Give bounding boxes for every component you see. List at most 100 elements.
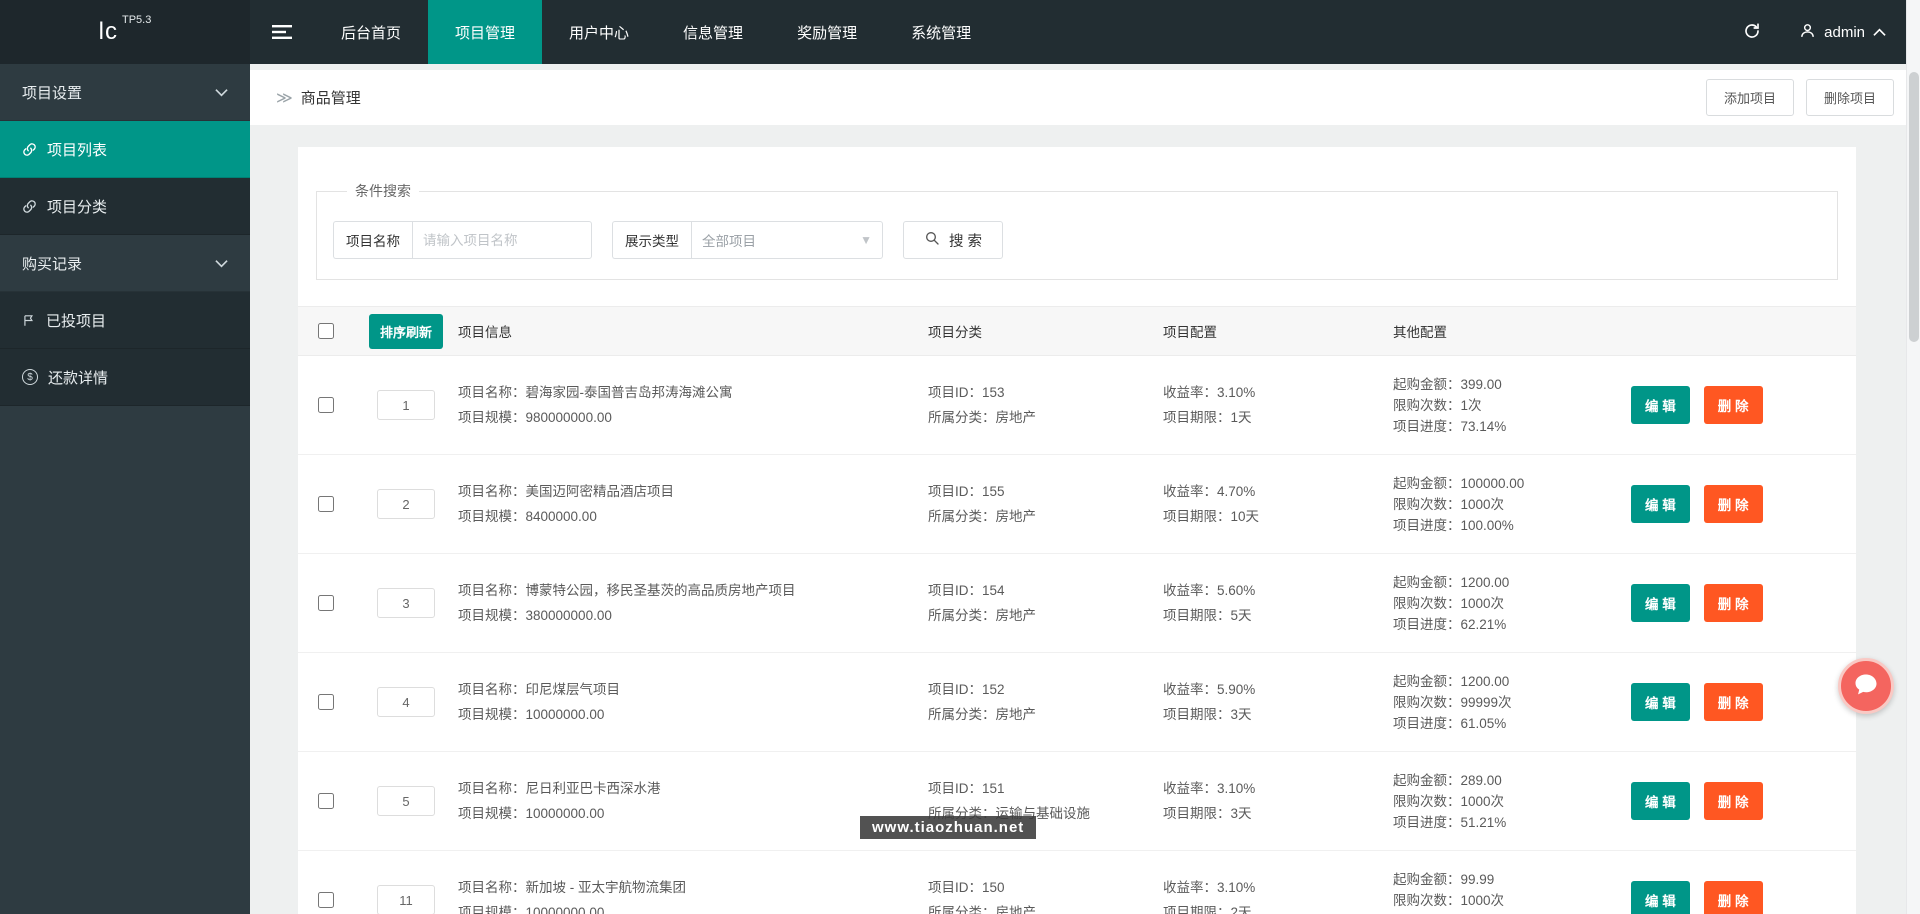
search-button-label: 搜 索 bbox=[949, 233, 983, 250]
top-nav: 后台首页 项目管理 用户中心 信息管理 奖励管理 系统管理 bbox=[314, 0, 998, 64]
edit-button[interactable]: 编 辑 bbox=[1631, 683, 1690, 721]
row-checkbox[interactable] bbox=[318, 694, 334, 710]
sidebar-item-invested-projects[interactable]: 已投项目 bbox=[0, 292, 250, 349]
link-icon bbox=[22, 199, 37, 214]
add-project-button[interactable]: 添加项目 bbox=[1705, 79, 1794, 116]
edit-button[interactable]: 编 辑 bbox=[1631, 584, 1690, 622]
scrollbar-thumb[interactable] bbox=[1909, 72, 1919, 342]
link-icon bbox=[22, 142, 37, 157]
hamburger-icon bbox=[272, 24, 292, 40]
nav-item-user-center[interactable]: 用户中心 bbox=[542, 0, 656, 64]
project-yield: 收益率：3.10% bbox=[1163, 385, 1256, 400]
sort-order-input[interactable]: 4 bbox=[377, 687, 435, 717]
project-name-input[interactable] bbox=[412, 221, 592, 259]
refresh-icon bbox=[1743, 22, 1761, 43]
project-name: 项目名称：博蒙特公园，移民圣基茨的高品质房地产项目 bbox=[458, 583, 796, 598]
edit-button[interactable]: 编 辑 bbox=[1631, 386, 1690, 424]
sidebar-item-project-category[interactable]: 项目分类 bbox=[0, 178, 250, 235]
nav-item-system-management[interactable]: 系统管理 bbox=[884, 0, 998, 64]
row-checkbox[interactable] bbox=[318, 793, 334, 809]
row-checkbox[interactable] bbox=[318, 397, 334, 413]
page-scrollbar[interactable] bbox=[1906, 0, 1920, 914]
row-checkbox[interactable] bbox=[318, 892, 334, 908]
edit-button[interactable]: 编 辑 bbox=[1631, 485, 1690, 523]
sort-order-input[interactable]: 11 bbox=[377, 885, 435, 914]
site-watermark: www.tiaozhuan.net bbox=[860, 816, 1037, 839]
project-min-amount: 起购金额：99.99 bbox=[1393, 871, 1495, 887]
breadcrumb-bar: ≫ 商品管理 添加项目 删除项目 bbox=[250, 70, 1920, 125]
sidebar-group-project-settings[interactable]: 项目设置 bbox=[0, 64, 250, 121]
logo-text: lc bbox=[98, 18, 118, 45]
delete-button[interactable]: 删 除 bbox=[1703, 881, 1763, 914]
project-category: 所属分类：房地产 bbox=[928, 410, 1036, 425]
search-icon bbox=[924, 230, 940, 250]
project-period: 项目期限：10天 bbox=[1163, 509, 1260, 524]
project-min-amount: 起购金额：100000.00 bbox=[1393, 475, 1525, 491]
sort-order-input[interactable]: 1 bbox=[377, 390, 435, 420]
page-title: 商品管理 bbox=[300, 90, 361, 107]
sort-order-input[interactable]: 5 bbox=[377, 786, 435, 816]
row-checkbox[interactable] bbox=[318, 496, 334, 512]
logo-version: TP5.3 bbox=[121, 14, 152, 26]
project-min-amount: 起购金额：1200.00 bbox=[1393, 673, 1510, 689]
header-project-category: 项目分类 bbox=[928, 325, 982, 340]
project-name-label: 项目名称 bbox=[333, 221, 412, 259]
sidebar-item-repayment-details[interactable]: $ 还款详情 bbox=[0, 349, 250, 406]
edit-button[interactable]: 编 辑 bbox=[1631, 782, 1690, 820]
customer-service-icon bbox=[1852, 671, 1880, 702]
topbar: lc TP5.3 后台首页 项目管理 用户中心 信息管理 奖励管理 系统管理 a… bbox=[0, 0, 1920, 64]
project-progress: 项目进度：69.05% bbox=[1393, 911, 1631, 914]
project-yield: 收益率：4.70% bbox=[1163, 484, 1256, 499]
project-period: 项目期限：2天 bbox=[1163, 905, 1252, 914]
sidebar-item-project-list[interactable]: 项目列表 bbox=[0, 121, 250, 178]
refresh-button[interactable] bbox=[1719, 0, 1785, 64]
flag-icon bbox=[22, 313, 36, 328]
topbar-right: admin bbox=[1719, 0, 1920, 64]
page-actions: 添加项目 删除项目 bbox=[1705, 79, 1894, 116]
table-row: 4 项目名称：印尼煤层气项目 项目规模：10000000.00 项目ID：152… bbox=[298, 653, 1856, 752]
collapse-menu-button[interactable] bbox=[250, 0, 314, 64]
sidebar: 项目设置 项目列表 项目分类 购买记录 已投项目 $ 还款详情 bbox=[0, 64, 250, 914]
project-name: 项目名称：印尼煤层气项目 bbox=[458, 682, 620, 697]
project-name: 项目名称：美国迈阿密精品酒店项目 bbox=[458, 484, 674, 499]
delete-button[interactable]: 删 除 bbox=[1703, 485, 1763, 523]
nav-item-info-management[interactable]: 信息管理 bbox=[656, 0, 770, 64]
project-id: 项目ID：153 bbox=[928, 385, 1005, 400]
delete-button[interactable]: 删 除 bbox=[1703, 683, 1763, 721]
table-row: 5 项目名称：尼日利亚巴卡西深水港 项目规模：10000000.00 项目ID：… bbox=[298, 752, 1856, 851]
project-progress: 项目进度：62.21% bbox=[1393, 616, 1507, 632]
delete-project-button[interactable]: 删除项目 bbox=[1805, 79, 1894, 116]
delete-button[interactable]: 删 除 bbox=[1703, 584, 1763, 622]
display-type-select[interactable]: 全部项目 ▼ bbox=[691, 221, 883, 259]
nav-item-home[interactable]: 后台首页 bbox=[314, 0, 428, 64]
user-menu[interactable]: admin bbox=[1785, 0, 1920, 64]
nav-item-project-management[interactable]: 项目管理 bbox=[428, 0, 543, 64]
app-logo: lc TP5.3 bbox=[0, 0, 250, 64]
project-period: 项目期限：1天 bbox=[1163, 410, 1252, 425]
float-contact-button[interactable] bbox=[1838, 658, 1894, 714]
breadcrumb-chevrons-icon: ≫ bbox=[276, 89, 293, 107]
project-id: 项目ID：154 bbox=[928, 583, 1005, 598]
project-progress: 项目进度：73.14% bbox=[1393, 418, 1507, 434]
project-scale: 项目规模：980000000.00 bbox=[458, 410, 612, 425]
sort-order-input[interactable]: 2 bbox=[377, 489, 435, 519]
select-all-checkbox[interactable] bbox=[318, 323, 334, 339]
edit-button[interactable]: 编 辑 bbox=[1631, 881, 1690, 914]
project-id: 项目ID：155 bbox=[928, 484, 1005, 499]
sidebar-group-purchase-records[interactable]: 购买记录 bbox=[0, 235, 250, 292]
project-scale: 项目规模：10000000.00 bbox=[458, 905, 605, 914]
header-project-info: 项目信息 bbox=[458, 325, 512, 340]
project-purchase-limit: 限购次数：1000次 bbox=[1393, 595, 1505, 611]
search-button[interactable]: 搜 索 bbox=[903, 221, 1004, 259]
project-name: 项目名称：碧海家园-泰国普吉岛邦涛海滩公寓 bbox=[458, 385, 733, 400]
delete-button[interactable]: 删 除 bbox=[1703, 782, 1763, 820]
nav-item-reward-management[interactable]: 奖励管理 bbox=[770, 0, 884, 64]
project-table: 排序刷新 项目信息 项目分类 项目配置 其他配置 1 项目名称：碧海家园-泰国普… bbox=[298, 306, 1856, 914]
delete-button[interactable]: 删 除 bbox=[1703, 386, 1763, 424]
sort-refresh-button[interactable]: 排序刷新 bbox=[368, 313, 443, 349]
table-row: 3 项目名称：博蒙特公园，移民圣基茨的高品质房地产项目 项目规模：3800000… bbox=[298, 554, 1856, 653]
row-checkbox[interactable] bbox=[318, 595, 334, 611]
project-name: 项目名称：尼日利亚巴卡西深水港 bbox=[458, 781, 661, 796]
search-panel: 条件搜索 项目名称 展示类型 全部项目 ▼ bbox=[316, 181, 1838, 280]
sort-order-input[interactable]: 3 bbox=[377, 588, 435, 618]
